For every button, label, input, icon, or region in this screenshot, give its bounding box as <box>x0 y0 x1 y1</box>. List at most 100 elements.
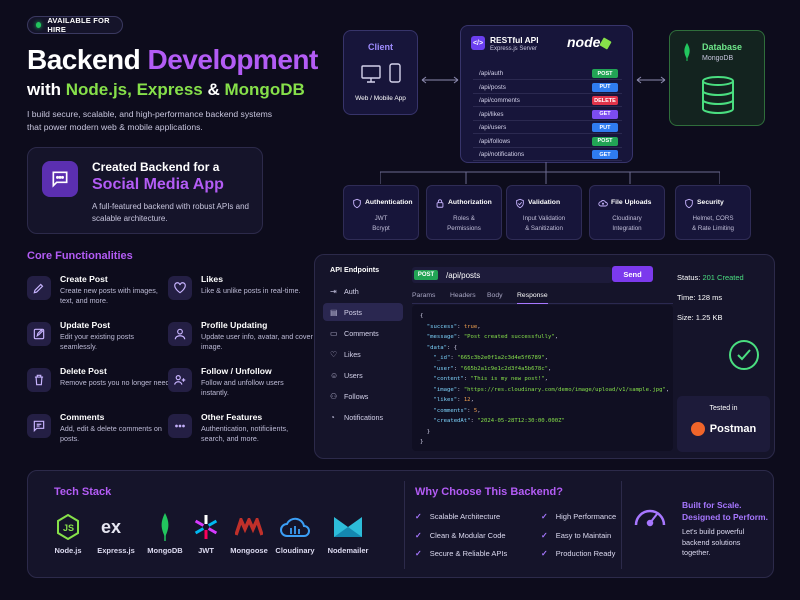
feature-item: Other Features Authentication, notificiie… <box>168 412 308 452</box>
route-row[interactable]: /api/users PUT <box>473 122 622 134</box>
why-item: ✓ Easy to Maintain <box>541 530 612 540</box>
url-input[interactable]: /api/posts <box>446 271 480 280</box>
method-select[interactable]: POST <box>414 270 438 280</box>
why-item: ✓ Scalable Architecture <box>415 512 501 521</box>
mongodb-leaf-icon <box>682 43 692 66</box>
page-title: Backend Development <box>27 44 318 75</box>
tech-item: Cloudinary <box>265 511 325 555</box>
users-icon: ☺ <box>330 370 339 380</box>
route-row[interactable]: /api/auth POST <box>473 68 622 80</box>
comment-icon <box>27 414 51 438</box>
database-icon <box>700 75 736 120</box>
tab-response[interactable]: Response <box>517 292 548 304</box>
svg-text:JS: JS <box>63 523 74 533</box>
tab-params[interactable]: Params <box>412 292 435 304</box>
tech-item: Nodemailer <box>318 511 378 555</box>
middleware-card: Authorization Roles & Permissions <box>426 185 502 240</box>
why-item: ✓ Production Ready <box>541 549 616 558</box>
api-box: </> RESTful API Express.js Server node /… <box>460 25 633 163</box>
shield-check-icon <box>515 196 525 214</box>
why-item: ✓ Clean & Modular Code <box>415 530 506 540</box>
shield-icon <box>352 196 362 214</box>
endpoint-item[interactable]: ◔ Notifications <box>323 408 403 426</box>
send-button[interactable]: Send <box>612 266 653 282</box>
check-icon: ✓ <box>415 549 422 558</box>
endpoint-item[interactable]: ⇥ Auth <box>323 282 403 300</box>
nodemailer-logo-icon <box>318 511 378 543</box>
middleware-card: Validation Input Validation & Sanitization <box>506 185 582 240</box>
project-line1: Created Backend for a <box>92 160 220 174</box>
trash-icon <box>27 368 51 392</box>
intro-text: I build secure, scalable, and high-perfo… <box>27 109 273 132</box>
core-title: Core Functionalities <box>27 250 133 262</box>
feature-item: Follow / Unfollow Follow and unfollow use… <box>168 366 308 406</box>
route-row[interactable]: /api/likes GET <box>473 109 622 121</box>
heart-icon <box>168 276 192 300</box>
client-box: Client Web / Mobile App <box>343 30 418 115</box>
check-icon: ✓ <box>541 549 548 558</box>
check-icon: ✓ <box>541 512 548 521</box>
likes-icon: ♡ <box>330 349 338 359</box>
why-item: ✓ High Performance <box>541 512 617 521</box>
chat-icon <box>42 161 78 197</box>
response-body: { "success": true, "message": "Post crea… <box>412 305 673 451</box>
project-name: Social Media App <box>92 176 224 193</box>
follows-icon: ⚇ <box>330 391 338 401</box>
follow-icon <box>168 368 192 392</box>
postman-icon <box>690 422 705 436</box>
middleware-card: Security Helmet, CORS & Rate Limiting <box>675 185 751 240</box>
feature-item: Create Post Create new posts with images,… <box>27 274 167 314</box>
database-box: Database MongoDB <box>669 30 765 126</box>
arrow-client-api <box>421 76 459 84</box>
node-logo: node <box>567 34 613 50</box>
url-bar[interactable] <box>412 267 612 283</box>
endpoint-item[interactable]: ⚇ Follows <box>323 387 403 405</box>
route-row[interactable]: /api/follows POST <box>473 136 622 148</box>
middleware-card: Authentication JWT Bcrypt <box>343 185 419 240</box>
svg-text:ex: ex <box>101 517 121 537</box>
check-icon: ✓ <box>415 512 422 521</box>
endpoint-item[interactable]: ♡ Likes <box>323 345 403 363</box>
arrow-api-db <box>636 76 666 84</box>
security-shield-icon <box>684 196 694 214</box>
feature-item: Profile Updating Update user info, avatar… <box>168 320 313 360</box>
pencil-icon <box>27 276 51 300</box>
cloud-upload-icon <box>598 196 608 214</box>
request-panel: POST /api/posts Send Params Headers Body Re… <box>412 261 673 454</box>
bell-icon: ◔ <box>330 412 335 422</box>
feature-item: Delete Post Remove posts you no longer ne… <box>27 366 171 406</box>
mobile-icon <box>389 63 401 88</box>
connector-lines <box>380 162 720 184</box>
speedometer-icon <box>632 501 668 534</box>
middleware-card: File Uploads Cloudinary Integration <box>589 185 665 240</box>
project-desc: A full-featured backend with robust APIs… <box>92 202 249 223</box>
tech-stack-panel: Tech Stack JS Node.js ex Express.js MongoDB J… <box>27 470 774 578</box>
check-icon: ✓ <box>541 530 548 540</box>
user-icon <box>168 322 192 346</box>
check-icon: ✓ <box>415 530 422 540</box>
endpoint-item[interactable]: ☺ Users <box>323 366 403 384</box>
comments-icon: ▭ <box>330 328 338 338</box>
endpoint-item[interactable]: ▤ Posts <box>323 303 403 321</box>
route-row[interactable]: /api/comments DELETE <box>473 95 622 107</box>
hire-badge: AVAILABLE FOR HIRE <box>27 16 123 34</box>
feature-item: Comments Add, edit & delete comments on p… <box>27 412 167 452</box>
desktop-icon <box>361 65 381 88</box>
tab-body[interactable]: Body <box>487 292 503 304</box>
endpoint-item[interactable]: ▭ Comments <box>323 324 403 342</box>
route-row[interactable]: /api/posts PUT <box>473 82 622 94</box>
feature-item: Likes Like & unlike posts in real-time. <box>168 274 308 314</box>
tested-in-card: Tested in Postman <box>677 396 770 452</box>
api-playground: API Endpoints ⇥ Auth ▤ Posts ▭ Comments ♡ Likes… <box>314 254 775 459</box>
project-card: Created Backend for a Social Media App A… <box>27 147 263 234</box>
more-icon <box>168 414 192 438</box>
login-icon: ⇥ <box>330 286 337 296</box>
response-meta: Status: 201 Created Time: 128 ms Size: 1… <box>677 261 770 452</box>
tab-headers[interactable]: Headers <box>450 292 476 304</box>
edit-icon <box>27 322 51 346</box>
success-check-icon <box>729 340 759 370</box>
cloudinary-logo-icon <box>265 511 325 543</box>
posts-icon: ▤ <box>330 307 338 317</box>
code-icon: </> <box>471 36 485 50</box>
lock-icon <box>435 196 445 214</box>
